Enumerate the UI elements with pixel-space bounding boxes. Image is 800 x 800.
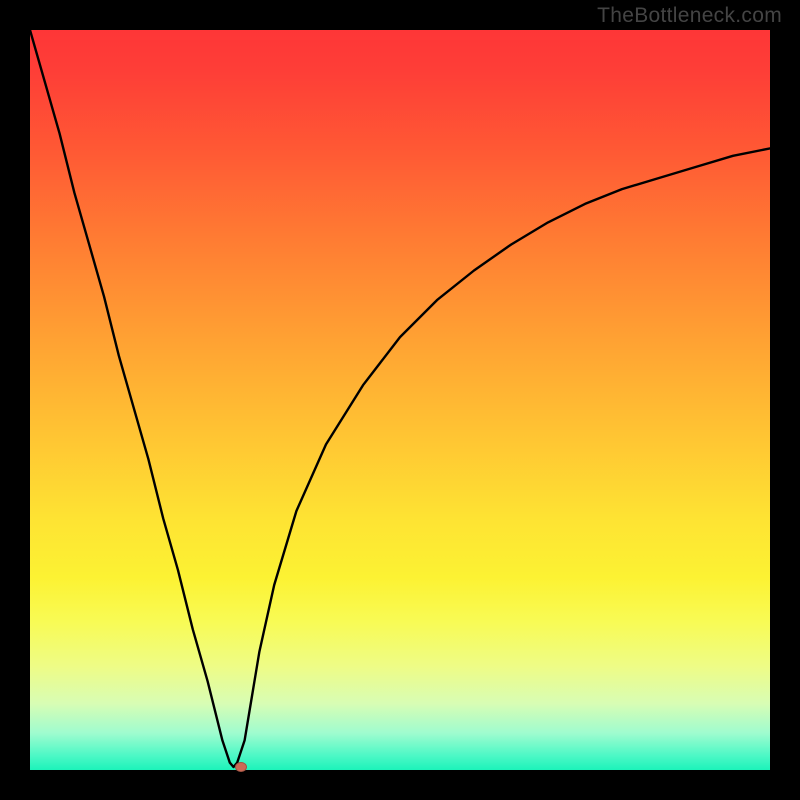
watermark-text: TheBottleneck.com (597, 4, 782, 28)
vertex-marker (235, 762, 247, 772)
plot-area (30, 30, 770, 770)
chart-curve (30, 30, 770, 770)
chart-frame: TheBottleneck.com (0, 0, 800, 800)
